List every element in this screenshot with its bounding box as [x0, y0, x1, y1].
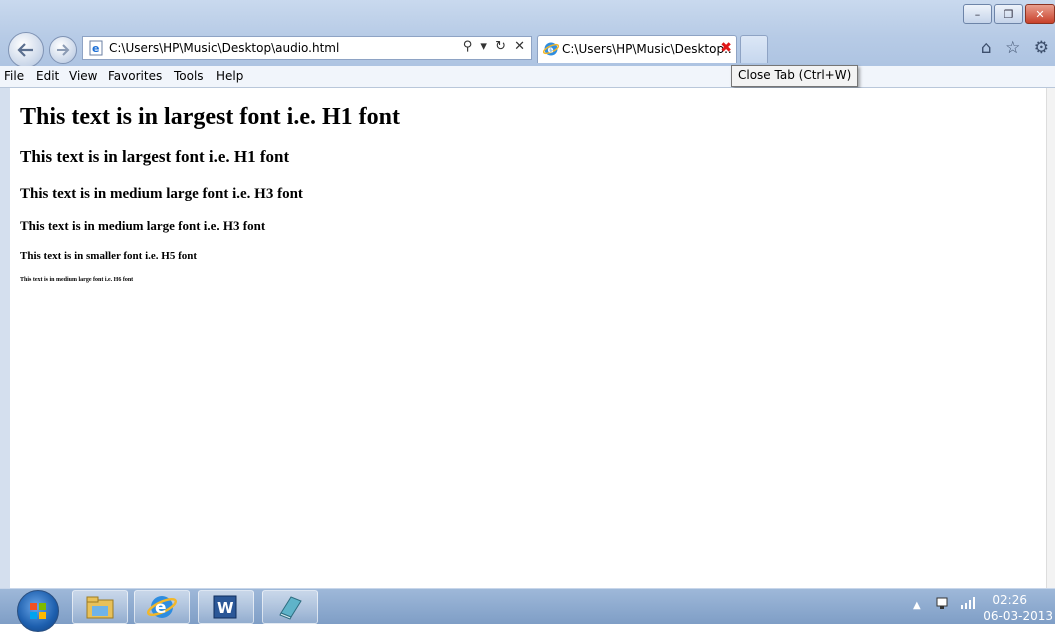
menu-help[interactable]: Help	[216, 69, 243, 83]
ie-logo-icon: e	[146, 596, 178, 618]
close-window-button[interactable]: ✕	[1025, 4, 1055, 24]
heading-h2: This text is in largest font i.e. H1 fon…	[20, 147, 290, 166]
vertical-scrollbar[interactable]	[1046, 88, 1055, 588]
folder-icon	[86, 596, 114, 619]
tab-title: C:\Users\HP\Music\Desktop..	[562, 42, 732, 56]
back-arrow-icon	[17, 43, 33, 57]
word-icon: W	[213, 595, 237, 619]
clock-date[interactable]: 06-03-2013	[983, 609, 1053, 623]
heading-h6: This text is in medium large font i.e. H…	[20, 277, 134, 283]
taskbar-word[interactable]: W	[198, 590, 254, 624]
heading-h3-first: This text is in medium large font i.e. H…	[20, 186, 303, 202]
heading-h5: This text is in smaller font i.e. H5 fon…	[20, 250, 198, 262]
forward-arrow-icon	[57, 44, 70, 56]
window-controls: – ❐ ✕	[961, 4, 1055, 24]
tab-active[interactable]: e C:\Users\HP\Music\Desktop.. ✖	[537, 35, 737, 63]
menu-view[interactable]: View	[69, 69, 97, 83]
signal-bars	[961, 597, 975, 609]
signal-icon[interactable]	[960, 597, 976, 612]
ie-logo-icon: e	[543, 42, 559, 56]
notepad-icon	[279, 596, 302, 620]
restore-button[interactable]: ❐	[994, 4, 1023, 24]
content-left-border	[0, 88, 10, 588]
address-bar[interactable]: e C:\Users\HP\Music\Desktop\audio.html ⚲…	[82, 36, 532, 60]
network-shape	[936, 597, 948, 609]
svg-text:e: e	[548, 46, 554, 56]
heading-h3-second: This text is in medium large font i.e. H…	[20, 218, 266, 233]
browser-titlebar: – ❐ ✕ e C:\Users\HP\Music\Desktop\audio.…	[0, 0, 1055, 68]
close-tab-tooltip: Close Tab (Ctrl+W)	[731, 65, 859, 87]
heading-h1: This text is in largest font i.e. H1 fon…	[20, 104, 400, 130]
ie-page-icon: e	[89, 40, 103, 56]
menu-tools[interactable]: Tools	[174, 69, 204, 83]
svg-text:W: W	[217, 599, 234, 617]
page-content: This text is in largest font i.e. H1 fon…	[10, 88, 1047, 588]
svg-text:e: e	[92, 42, 99, 55]
address-url[interactable]: C:\Users\HP\Music\Desktop\audio.html	[109, 41, 339, 55]
minimize-button[interactable]: –	[963, 4, 992, 24]
start-button[interactable]	[17, 590, 59, 632]
new-tab-button[interactable]	[740, 35, 768, 63]
search-refresh-stop-icons[interactable]: ⚲ ▾ ↻ ✕	[463, 39, 527, 54]
taskbar-explorer[interactable]	[72, 590, 128, 624]
svg-text:e: e	[155, 598, 167, 618]
menu-bar: File Edit View Favorites Tools Help	[0, 66, 1055, 88]
taskbar-notepad[interactable]	[262, 590, 318, 624]
back-button[interactable]	[8, 32, 44, 68]
show-hidden-icons-icon[interactable]: ▲	[913, 600, 921, 611]
network-icon[interactable]	[935, 596, 949, 614]
clock-time[interactable]: 02:26	[992, 593, 1027, 607]
menu-file[interactable]: File	[4, 69, 24, 83]
tab-close-icon[interactable]: ✖	[720, 40, 732, 56]
system-tray: ▲ 02:26 06-03-2013	[905, 590, 1055, 624]
home-favorites-tools-icons[interactable]: ⌂ ☆ ⚙	[981, 38, 1053, 58]
forward-button[interactable]	[49, 36, 77, 64]
menu-edit[interactable]: Edit	[36, 69, 59, 83]
windows-logo-icon	[30, 603, 46, 619]
taskbar-internet-explorer[interactable]: e	[134, 590, 190, 624]
menu-favorites[interactable]: Favorites	[108, 69, 162, 83]
